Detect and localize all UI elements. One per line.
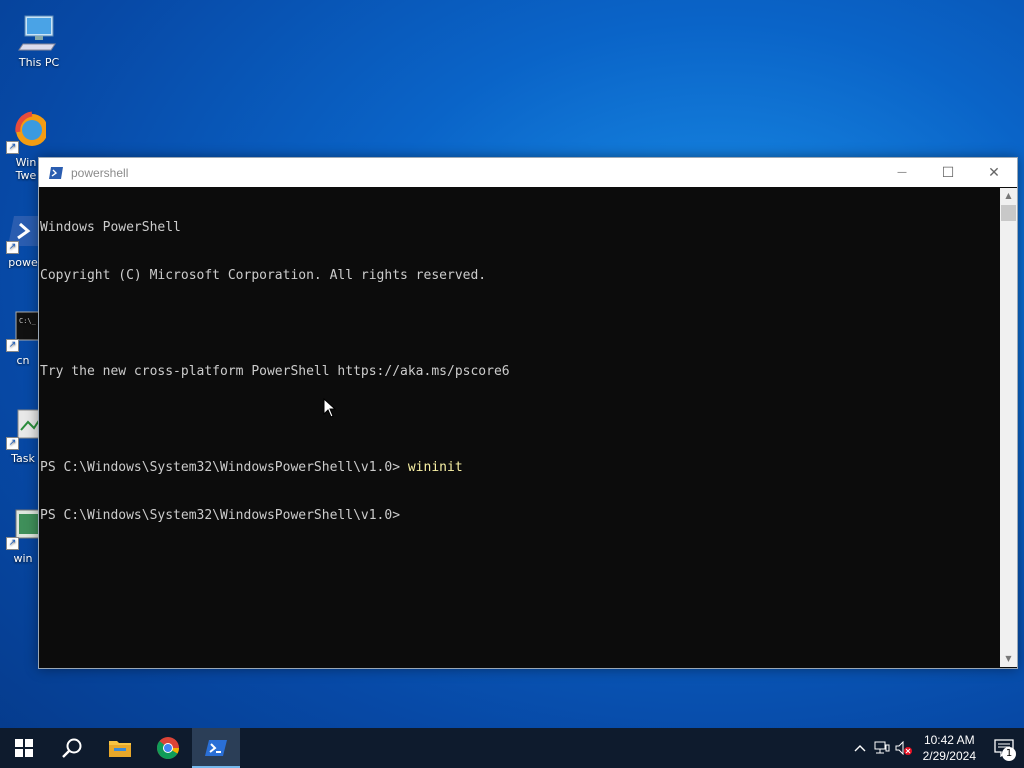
desktop-icon-cmd[interactable]: C:\_ ↗ cn xyxy=(6,308,40,367)
command-text: wininit xyxy=(407,460,463,475)
chevron-up-icon xyxy=(854,745,866,752)
close-icon: ✕ xyxy=(988,164,1000,181)
scroll-down-icon[interactable]: ▼ xyxy=(1000,651,1017,667)
desktop-icon-powershell[interactable]: ↗ powe xyxy=(6,210,40,269)
scroll-up-icon[interactable]: ▲ xyxy=(1000,188,1017,204)
action-center-button[interactable]: 1 xyxy=(984,728,1024,768)
prompt-text: PS C:\Windows\System32\WindowsPowerShell… xyxy=(40,460,408,475)
powershell-icon: ↗ xyxy=(6,210,40,254)
desktop-icon-win[interactable]: ↗ win xyxy=(6,506,40,565)
desktop-icon-label: powe xyxy=(8,256,38,269)
chrome-icon xyxy=(156,737,179,759)
powershell-icon xyxy=(205,740,227,756)
mouse-cursor-icon xyxy=(323,398,337,418)
powershell-icon xyxy=(49,166,63,179)
shortcut-arrow-icon: ↗ xyxy=(6,537,19,550)
chrome-button[interactable] xyxy=(144,728,192,768)
system-tray: 10:42 AM 2/29/2024 1 xyxy=(849,728,1024,768)
console-line: Try the new cross-platform PowerShell ht… xyxy=(40,364,510,379)
console-line: Copyright (C) Microsoft Corporation. All… xyxy=(40,268,487,283)
scrollbar-thumb[interactable] xyxy=(1001,205,1016,221)
desktop-icon-label: Task xyxy=(11,452,35,465)
notification-badge: 1 xyxy=(1002,747,1016,761)
file-explorer-button[interactable] xyxy=(96,728,144,768)
svg-text:C:\_: C:\_ xyxy=(19,317,37,325)
taskbar: 10:42 AM 2/29/2024 1 xyxy=(0,728,1024,768)
vertical-scrollbar[interactable]: ▲ ▼ xyxy=(1000,188,1017,667)
console-output[interactable]: Windows PowerShell Copyright (C) Microso… xyxy=(39,188,1000,666)
console-line-with-command: PS C:\Windows\System32\WindowsPowerShell… xyxy=(40,460,1000,476)
windows-start-icon xyxy=(15,739,33,757)
powershell-window[interactable]: powershell — ☐ ✕ Windows PowerShell Copy… xyxy=(38,157,1018,669)
show-hidden-icons-button[interactable] xyxy=(849,728,871,768)
file-explorer-icon xyxy=(109,741,131,757)
desktop-icon-task-manager[interactable]: ↗ Task xyxy=(6,406,40,465)
console-line: Windows PowerShell xyxy=(40,220,181,235)
task-manager-icon: ↗ xyxy=(6,406,40,450)
window-title: powershell xyxy=(71,165,129,180)
desktop-icon-label: cn xyxy=(16,354,30,367)
clock-date: 2/29/2024 xyxy=(922,749,976,763)
window-app-icon: ↗ xyxy=(6,506,40,550)
volume-button[interactable] xyxy=(893,728,915,768)
computer-icon xyxy=(17,10,61,54)
window-titlebar[interactable]: powershell — ☐ ✕ xyxy=(39,158,1017,187)
clock-time: 10:42 AM xyxy=(923,733,975,747)
close-button[interactable]: ✕ xyxy=(971,158,1017,187)
maximize-button[interactable]: ☐ xyxy=(925,158,971,187)
shortcut-arrow-icon: ↗ xyxy=(6,437,19,450)
volume-muted-icon xyxy=(895,741,912,755)
console-prompt-line[interactable]: PS C:\Windows\System32\WindowsPowerShell… xyxy=(40,508,1000,524)
shortcut-arrow-icon: ↗ xyxy=(6,241,19,254)
network-icon xyxy=(874,741,890,754)
command-prompt-icon: C:\_ ↗ xyxy=(6,308,40,352)
clock[interactable]: 10:42 AM 2/29/2024 xyxy=(915,732,984,764)
network-button[interactable] xyxy=(871,728,893,768)
win-tweaker-icon: ↗ xyxy=(6,110,46,154)
start-button[interactable] xyxy=(0,728,48,768)
shortcut-arrow-icon: ↗ xyxy=(6,141,19,154)
search-button[interactable] xyxy=(48,728,96,768)
minimize-button[interactable]: — xyxy=(879,158,925,187)
desktop-icon-this-pc[interactable]: This PC xyxy=(8,10,70,69)
shortcut-arrow-icon: ↗ xyxy=(6,339,19,352)
minimize-icon: — xyxy=(897,167,907,178)
desktop-icon-label: This PC xyxy=(18,56,60,69)
search-icon xyxy=(62,738,82,758)
maximize-icon: ☐ xyxy=(941,164,955,181)
powershell-taskbar-button[interactable] xyxy=(192,728,240,768)
desktop-icon-label: win xyxy=(13,552,33,565)
